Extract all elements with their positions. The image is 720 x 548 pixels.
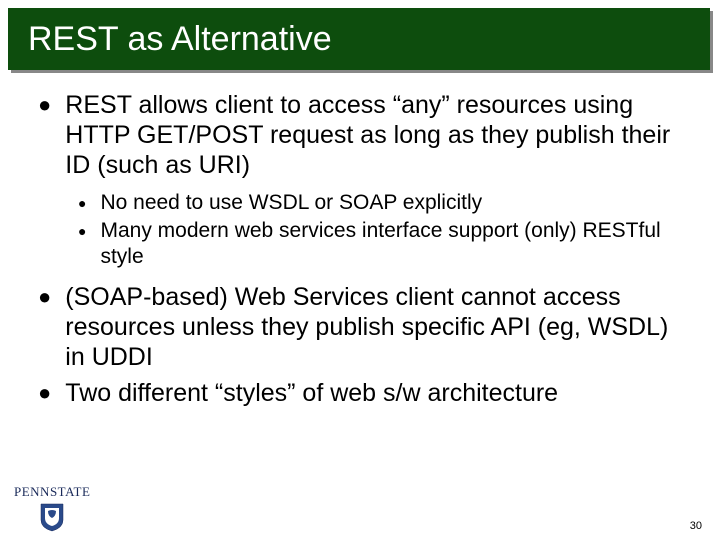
slide-title: REST as Alternative [28, 20, 332, 59]
bullet-l2: ● Many modern web services interface sup… [78, 218, 694, 270]
pennstate-logo: PENNSTATE [14, 484, 90, 532]
bullet-text: Many modern web services interface suppo… [100, 218, 694, 270]
bullet-dot-icon: ● [78, 190, 86, 216]
bullet-dot-icon: ● [38, 90, 51, 120]
bullet-l1: ● (SOAP-based) Web Services client canno… [38, 282, 694, 372]
sub-bullet-group: ● No need to use WSDL or SOAP explicitly… [38, 190, 694, 270]
bullet-l2: ● No need to use WSDL or SOAP explicitly [78, 190, 694, 216]
bullet-text: REST allows client to access “any” resou… [65, 90, 694, 180]
shield-icon [39, 502, 65, 532]
content-area: ● REST allows client to access “any” res… [0, 70, 720, 408]
bullet-l1: ● Two different “styles” of web s/w arch… [38, 378, 694, 408]
bullet-dot-icon: ● [38, 378, 51, 408]
page-number: 30 [690, 520, 702, 532]
bullet-text: No need to use WSDL or SOAP explicitly [100, 190, 482, 216]
bullet-dot-icon: ● [38, 282, 51, 312]
bullet-text: Two different “styles” of web s/w archit… [65, 378, 558, 408]
bullet-l1: ● REST allows client to access “any” res… [38, 90, 694, 180]
logo-text: PENNSTATE [14, 484, 90, 500]
bullet-dot-icon: ● [78, 218, 86, 244]
title-bar: REST as Alternative [8, 8, 710, 70]
bullet-text: (SOAP-based) Web Services client cannot … [65, 282, 694, 372]
